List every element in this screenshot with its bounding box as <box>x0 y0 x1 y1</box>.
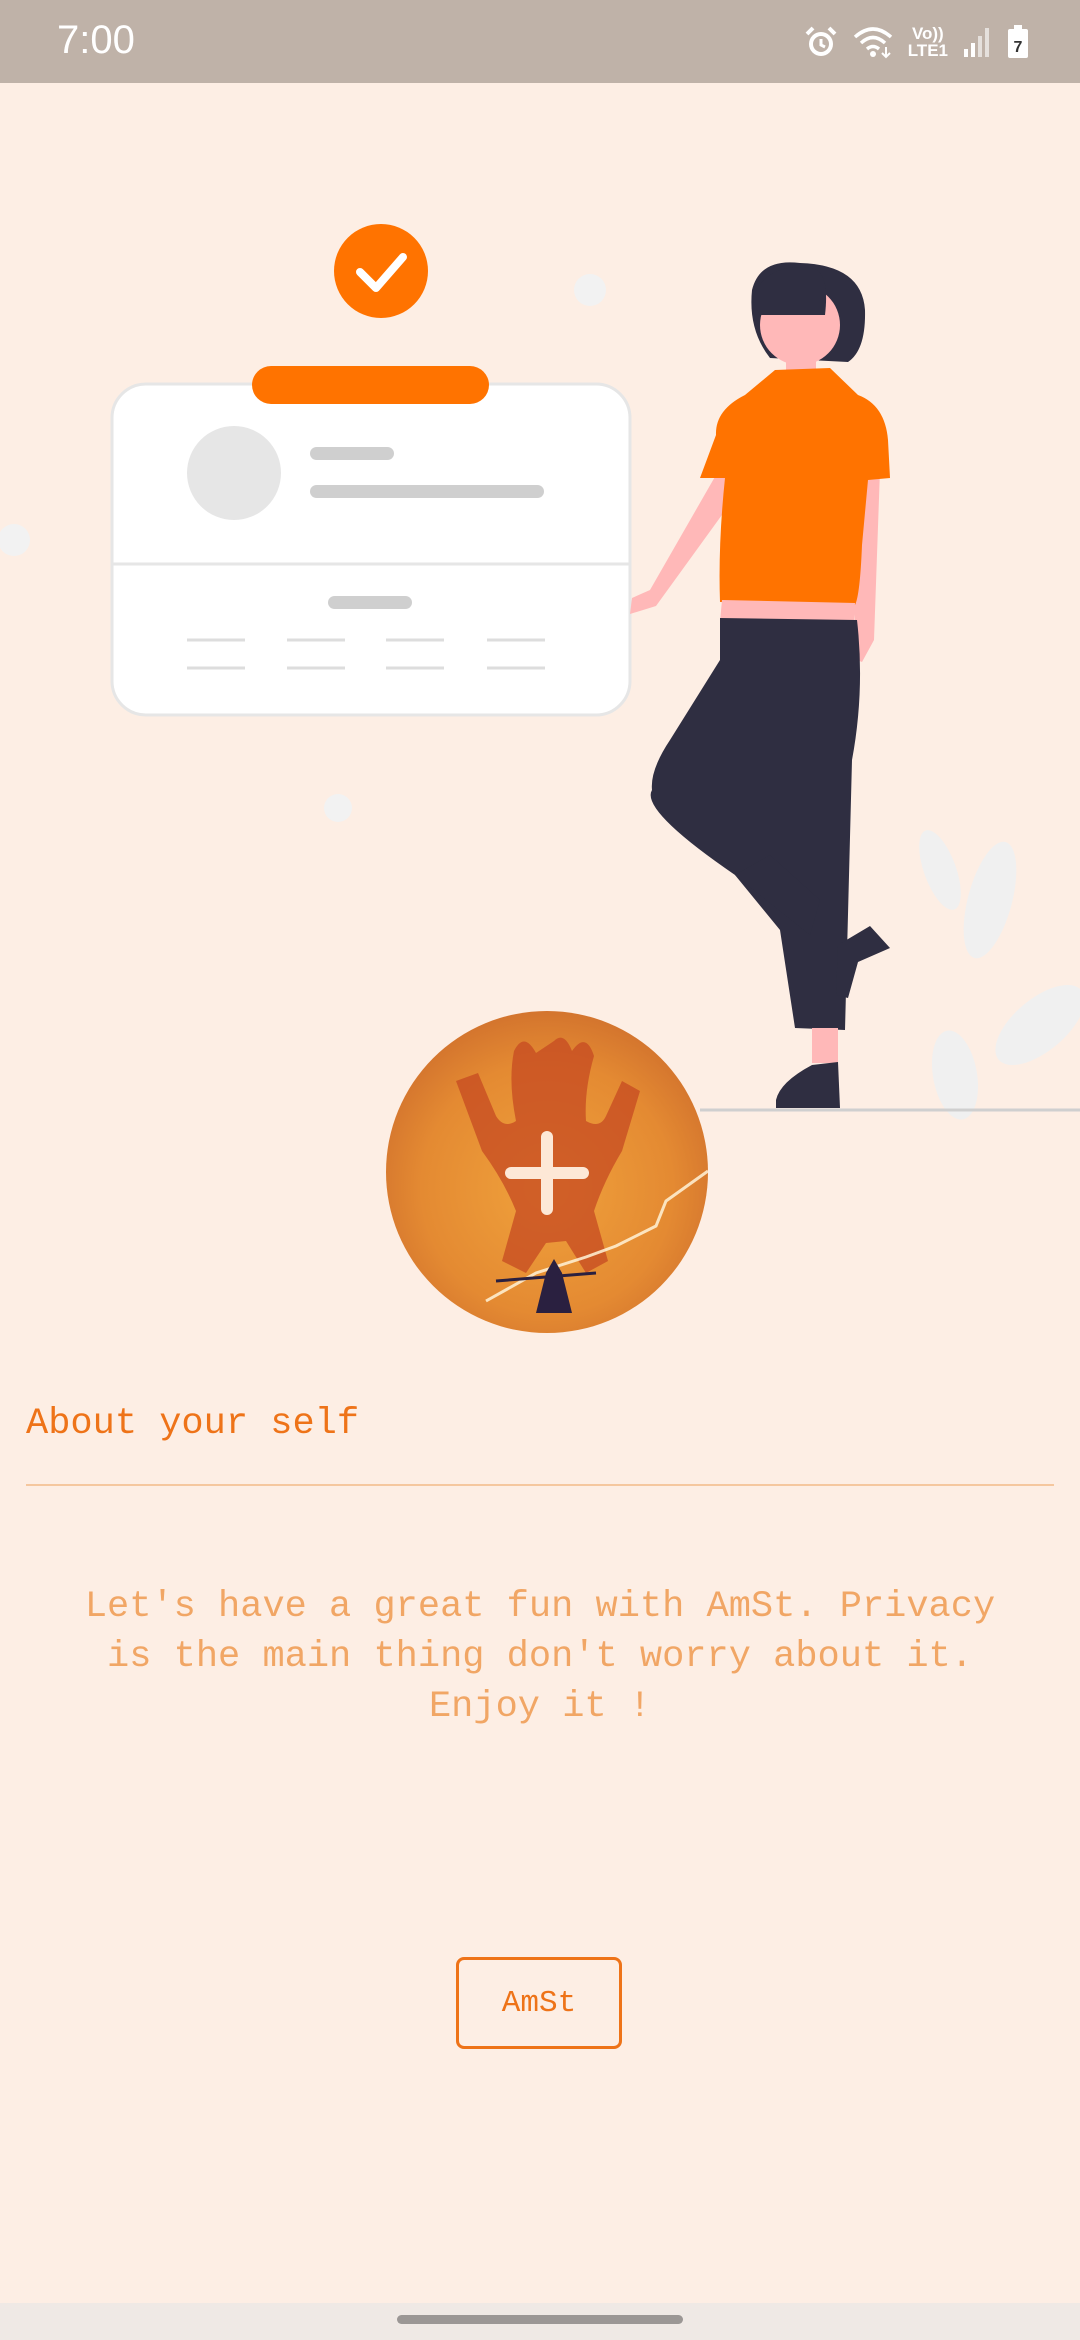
bubble-decoration <box>574 274 606 306</box>
signal-icon <box>964 28 989 57</box>
alarm-icon <box>805 26 837 56</box>
plus-icon <box>505 1131 589 1215</box>
battery-icon: 7 <box>1008 25 1028 58</box>
avatar-picker[interactable] <box>386 1011 708 1333</box>
about-input-underline[interactable] <box>26 1484 1054 1486</box>
status-icons: Vo)) LTE1 7 <box>804 20 1030 64</box>
woman-figure <box>630 262 890 1108</box>
svg-text:7: 7 <box>1014 39 1023 56</box>
bubble-decoration <box>324 794 352 822</box>
home-gesture-handle[interactable] <box>397 2315 683 2324</box>
status-time: 7:00 <box>57 18 135 62</box>
amst-button[interactable]: AmSt <box>456 1957 622 2049</box>
illustration <box>0 224 1080 1120</box>
wifi-icon <box>853 27 892 59</box>
intro-text: Let's have a great fun with AmSt. Privac… <box>84 1586 996 1728</box>
checkmark-icon <box>334 224 428 318</box>
about-label: About your self <box>26 1403 360 1445</box>
plant-decoration <box>919 830 1080 1120</box>
status-bar: 7:00 Vo)) LTE1 7 <box>0 0 1080 83</box>
profile-card <box>110 366 632 717</box>
bubble-decoration <box>0 524 30 556</box>
volte-badge: Vo)) LTE1 <box>907 24 948 60</box>
